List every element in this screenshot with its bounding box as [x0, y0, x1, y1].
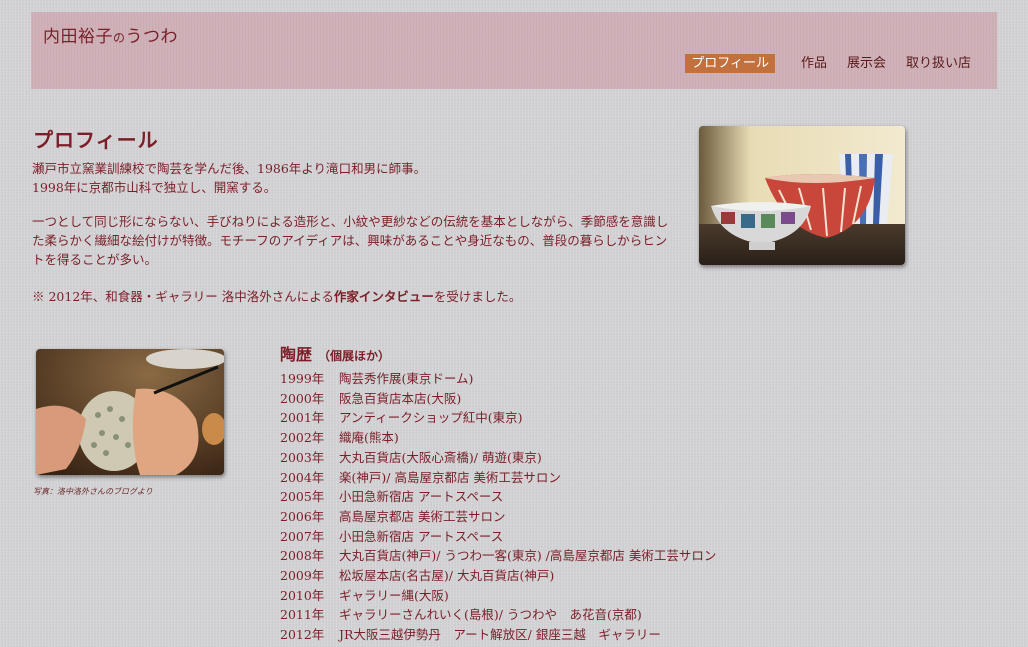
history-year: 2003年 [280, 449, 325, 465]
history-row: 2009年 松坂屋本店(名古屋)/ 大丸百貨店(神戸) [280, 566, 716, 586]
bowls-photo [699, 126, 905, 265]
history-row: 1999年 陶芸秀作展(東京ドーム) [280, 369, 716, 389]
history-row: 2010年 ギャラリー縄(大阪) [280, 586, 716, 606]
history-text: 大丸百貨店(神戸)/ うつわ一客(東京) /高島屋京都店 美術工芸サロン [339, 548, 717, 564]
history-text: アンティークショップ紅中(東京) [339, 410, 523, 426]
history-year: 2012年 [280, 627, 325, 643]
profile-p3-before: ※ 2012年、和食器・ギャラリー 洛中洛外さんによる [32, 289, 334, 304]
main-nav: プロフィール 作品 展示会 取り扱い店 [685, 54, 977, 73]
history-heading-sub: （個展ほか） [318, 349, 391, 363]
history-year: 2009年 [280, 568, 325, 584]
profile-paragraph-2: 一つとして同じ形にならない、手びねりによる造形と、小紋や更紗などの伝統を基本とし… [32, 214, 669, 267]
site-title-particle: の [113, 31, 126, 45]
history-text: JR大阪三越伊勢丹 アート解放区/ 銀座三越 ギャラリー [339, 627, 661, 643]
history-row: 2000年 阪急百貨店本店(大阪) [280, 389, 716, 409]
history-row: 2001年 アンティークショップ紅中(東京) [280, 408, 716, 428]
nav-exhibitions[interactable]: 展示会 [841, 54, 892, 73]
history-row: 2008年 大丸百貨店(神戸)/ うつわ一客(東京) /高島屋京都店 美術工芸サロ… [280, 546, 716, 566]
history-heading: 陶歴 （個展ほか） [280, 341, 390, 365]
profile-p3-after: を受けました。 [433, 289, 522, 304]
history-year: 2008年 [280, 548, 325, 564]
history-text: 松坂屋本店(名古屋)/ 大丸百貨店(神戸) [339, 568, 555, 584]
history-text: 織庵(熊本) [339, 430, 399, 446]
history-row: 2005年 小田急新宿店 アートスペース [280, 487, 716, 507]
nav-shops[interactable]: 取り扱い店 [900, 54, 977, 73]
history-text: 大丸百貨店(大阪心斎橋)/ 萌遊(東京) [339, 449, 542, 465]
history-heading-title: 陶歴 [280, 345, 313, 364]
history-year: 2010年 [280, 587, 325, 603]
history-list: 1999年 陶芸秀作展(東京ドーム) 2000年 阪急百貨店本店(大阪) 2001年… [280, 369, 716, 645]
history-year: 2007年 [280, 528, 325, 544]
nav-profile[interactable]: プロフィール [685, 54, 775, 73]
site-title[interactable]: 内田裕子のうつわ [43, 22, 178, 47]
history-row: 2012年 JR大阪三越伊勢丹 アート解放区/ 銀座三越 ギャラリー [280, 625, 716, 645]
profile-p1-line2: 1998年に京都市山科で独立し、開窯する。 [32, 180, 277, 195]
history-year: 2000年 [280, 390, 325, 406]
profile-p1-line1: 瀬戸市立窯業訓練校で陶芸を学んだ後、1986年より滝口和男に師事。 [32, 161, 427, 176]
site-title-main: 内田裕子 [43, 27, 113, 47]
history-text: ギャラリー縄(大阪) [339, 587, 449, 603]
photo-caption: 写真：洛中洛外さんのブログより [33, 487, 153, 496]
profile-paragraph-3: ※ 2012年、和食器・ギャラリー 洛中洛外さんによる作家インタビューを受けまし… [32, 287, 521, 306]
history-text: 小田急新宿店 アートスペース [339, 489, 504, 505]
history-year: 2005年 [280, 489, 325, 505]
history-text: 阪急百貨店本店(大阪) [339, 390, 462, 406]
history-row: 2006年 高島屋京都店 美術工芸サロン [280, 507, 716, 527]
history-text: 楽(神戸)/ 高島屋京都店 美術工芸サロン [339, 469, 561, 485]
history-row: 2003年 大丸百貨店(大阪心斎橋)/ 萌遊(東京) [280, 448, 716, 468]
nav-works[interactable]: 作品 [795, 54, 833, 73]
painting-photo-image [36, 349, 224, 475]
site-title-end: うつわ [125, 27, 179, 47]
history-year: 1999年 [280, 371, 325, 386]
profile-paragraph-1: 瀬戸市立窯業訓練校で陶芸を学んだ後、1986年より滝口和男に師事。 1998年に… [32, 159, 426, 197]
history-year: 2004年 [280, 469, 325, 485]
history-text: 陶芸秀作展(東京ドーム) [339, 371, 474, 386]
history-row: 2004年 楽(神戸)/ 高島屋京都店 美術工芸サロン [280, 468, 716, 488]
history-row: 2002年 織庵(熊本) [280, 428, 716, 448]
history-year: 2001年 [280, 410, 325, 426]
history-year: 2002年 [280, 430, 325, 446]
site-header: 内田裕子のうつわ プロフィール 作品 展示会 取り扱い店 [31, 12, 997, 89]
history-text: ギャラリーさんれいく(島根)/ うつわや あ花音(京都) [339, 607, 642, 623]
bowls-photo-image [699, 126, 905, 265]
history-row: 2007年 小田急新宿店 アートスペース [280, 527, 716, 547]
history-row: 2011年 ギャラリーさんれいく(島根)/ うつわや あ花音(京都) [280, 605, 716, 625]
history-year: 2011年 [280, 607, 325, 623]
history-text: 高島屋京都店 美術工芸サロン [339, 508, 506, 524]
painting-photo [36, 349, 224, 475]
interview-link[interactable]: 作家インタビュー [334, 289, 434, 304]
history-text: 小田急新宿店 アートスペース [339, 528, 504, 544]
history-year: 2006年 [280, 508, 325, 524]
profile-heading: プロフィール [33, 128, 159, 152]
